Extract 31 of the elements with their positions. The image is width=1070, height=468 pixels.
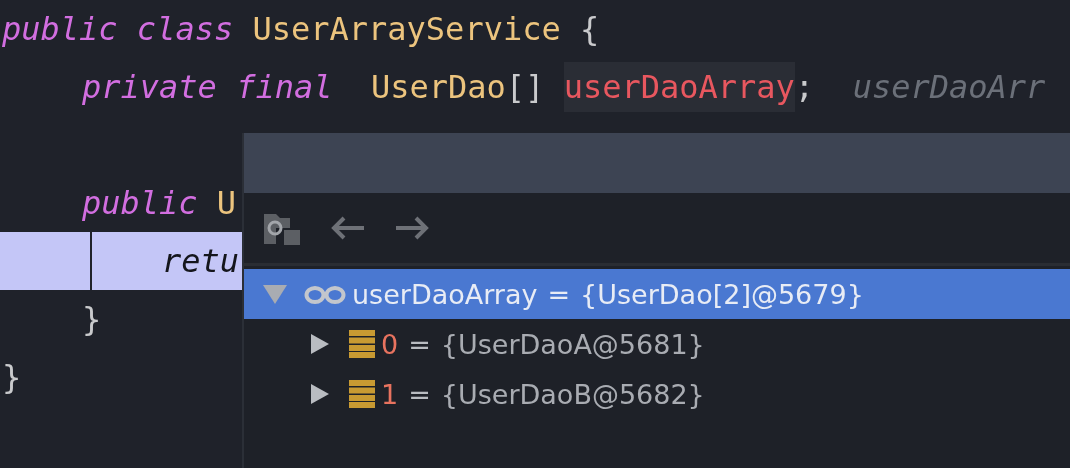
code-token: userDaoArray <box>563 62 795 112</box>
code-token: U <box>215 184 237 222</box>
variable-value: {UserDaoB@5682} <box>440 378 705 410</box>
code-token: public class <box>2 10 234 48</box>
code-token: retu <box>162 242 240 280</box>
glasses-icon <box>304 284 346 304</box>
array-element-icon <box>349 330 375 358</box>
code-token: } <box>2 358 22 396</box>
code-token: } <box>82 300 102 338</box>
inlay-hint: userDaoArr <box>851 68 1046 106</box>
array-element-icon <box>349 380 375 408</box>
tree-row[interactable]: userDaoArray = {UserDao[2]@5679} <box>244 269 1070 319</box>
variable-value: {UserDao[2]@5679} <box>580 278 864 310</box>
equals-sign: = <box>408 328 431 360</box>
variable-name: userDaoArray <box>352 278 538 310</box>
variable-value: {UserDaoA@5681} <box>440 328 705 360</box>
code-token: public <box>82 184 198 222</box>
code-token: [] <box>505 68 546 106</box>
equals-sign: = <box>408 378 431 410</box>
variable-name: 0 <box>381 328 399 360</box>
code-token: UserArrayService <box>251 10 561 48</box>
equals-sign: = <box>547 278 571 310</box>
forward-arrow-icon <box>394 216 430 240</box>
variable-name: 1 <box>381 378 399 410</box>
code-token: { <box>578 10 600 48</box>
tree-row[interactable]: 0 = {UserDaoA@5681} <box>244 319 1070 369</box>
tree-row[interactable]: 1 = {UserDaoB@5682} <box>244 369 1070 419</box>
code-token: private final <box>82 68 333 106</box>
code-token: ; <box>794 68 815 106</box>
back-arrow-icon <box>330 216 366 240</box>
code-token: UserDao <box>370 68 506 106</box>
